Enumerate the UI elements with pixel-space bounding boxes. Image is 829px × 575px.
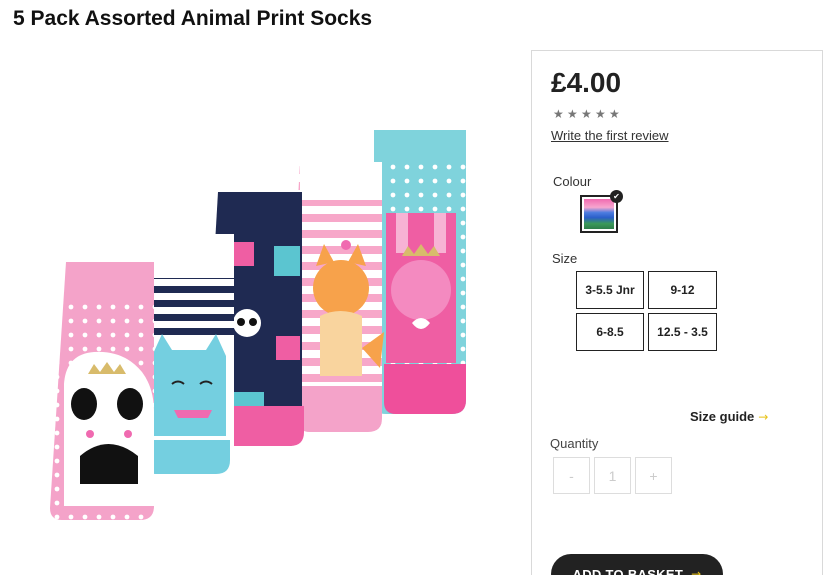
star-icon: ★ <box>609 107 620 121</box>
size-option[interactable]: 6-8.5 <box>576 313 644 351</box>
arrow-right-icon: → <box>758 409 769 424</box>
product-title: 5 Pack Assorted Animal Print Socks <box>13 7 373 30</box>
swatch-color <box>584 199 614 229</box>
arrow-right-icon: → <box>691 567 702 575</box>
star-icon: ★ <box>553 107 564 121</box>
socks-illustration <box>50 130 466 520</box>
star-icon: ★ <box>567 107 578 121</box>
price: £4.00 <box>551 67 622 98</box>
product-image[interactable] <box>50 118 490 533</box>
quantity-increase-button[interactable]: + <box>635 457 672 494</box>
sock-panda <box>50 262 154 520</box>
sock-bunny <box>374 130 466 414</box>
quantity-input[interactable]: 1 <box>594 457 631 494</box>
add-to-basket-label: ADD TO BASKET <box>572 566 684 575</box>
size-guide-label: Size guide <box>690 409 755 424</box>
add-to-basket-button[interactable]: ADD TO BASKET → <box>551 554 723 575</box>
star-rating: ★ ★ ★ ★ ★ <box>553 108 621 120</box>
star-icon: ★ <box>595 107 606 121</box>
quantity-decrease-button[interactable]: - <box>553 457 590 494</box>
quantity-label: Quantity <box>550 436 599 451</box>
purchase-panel: £4.00 ★ ★ ★ ★ ★ Write the first review C… <box>531 50 823 575</box>
size-option[interactable]: 3-5.5 Jnr <box>576 271 644 309</box>
write-review-link[interactable]: Write the first review <box>551 128 669 143</box>
colour-swatch[interactable]: ✔ <box>580 190 623 233</box>
quantity-stepper: - 1 + <box>553 457 672 494</box>
size-guide-link[interactable]: Size guide → <box>690 409 768 424</box>
colour-label: Colour <box>553 174 592 189</box>
star-icon: ★ <box>581 107 592 121</box>
size-options: 3-5.5 Jnr 9-12 6-8.5 12.5 - 3.5 <box>576 271 717 351</box>
check-icon: ✔ <box>610 190 623 203</box>
size-label: Size <box>552 251 578 266</box>
size-option[interactable]: 9-12 <box>648 271 717 309</box>
size-option[interactable]: 12.5 - 3.5 <box>648 313 717 351</box>
